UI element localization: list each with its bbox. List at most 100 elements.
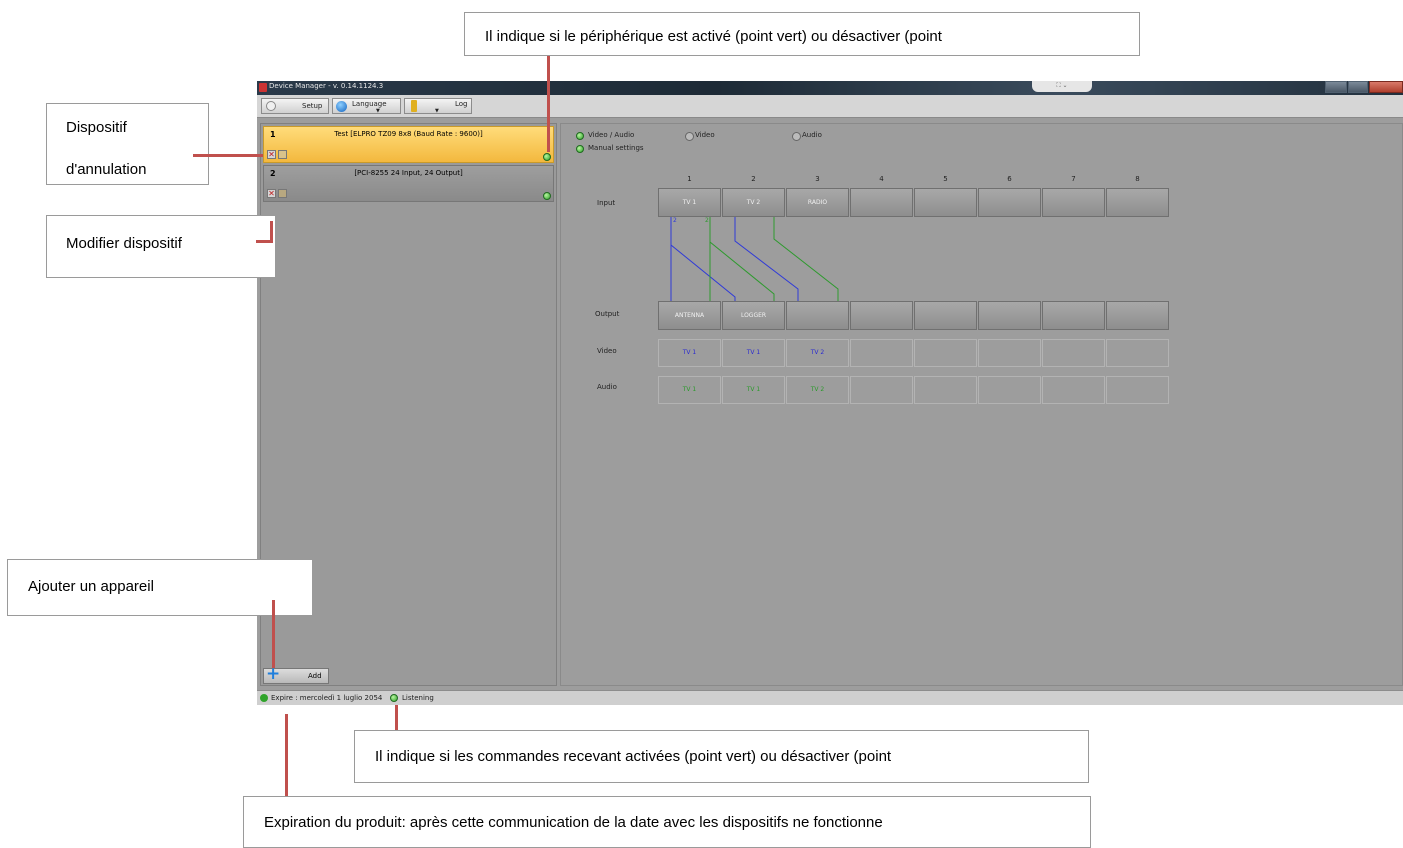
output-button[interactable] [1106,301,1169,330]
listening-indicator-icon [390,694,398,702]
input-button[interactable]: RADIO [786,188,849,217]
annotation-cancel-device: Dispositif d'annulation [46,103,209,185]
fullscreen-tab[interactable]: ⛶ ⌄ [1032,81,1092,92]
audio-radio-icon[interactable] [792,132,801,141]
input-button[interactable]: TV 1 [658,188,721,217]
video-cell [914,339,977,367]
video-option[interactable]: Video [695,131,715,139]
setup-button[interactable]: Setup [261,98,329,114]
routing-lines [670,217,839,301]
output-button[interactable] [850,301,913,330]
input-button[interactable] [1106,188,1169,217]
annotation-device-active: Il indique si le périphérique est activé… [464,12,1140,56]
dropdown-arrow-icon: ▼ [376,108,380,114]
route-line-audio [773,217,839,301]
close-button[interactable] [1369,81,1403,93]
maximize-button[interactable] [1348,81,1368,93]
column-header: 4 [879,175,884,183]
video-audio-option[interactable]: Video / Audio [588,131,634,139]
output-button[interactable] [786,301,849,330]
log-label: Log [455,100,468,108]
route-tag: 2 [673,217,677,224]
video-cell: TV 1 [722,339,785,367]
dropdown-arrow-icon: ▼ [435,108,439,114]
video-cell [1042,339,1105,367]
column-header: 7 [1071,175,1076,183]
output-button[interactable]: LOGGER [722,301,785,330]
input-button[interactable] [914,188,977,217]
annotation-text: Expiration du produit: après cette commu… [264,814,883,831]
annotation-text: Ajouter un appareil [28,578,154,595]
audio-cell: TV 1 [658,376,721,404]
delete-device-icon[interactable]: ✕ [267,150,276,159]
delete-device-icon[interactable]: ✕ [267,189,276,198]
annotation-connector [193,154,263,157]
annotation-connector [547,56,550,152]
device-name: Test [ELPRO TZ09 8x8 (Baud Rate : 9600)] [334,130,483,138]
input-button[interactable] [978,188,1041,217]
device-active-indicator-icon [543,192,551,200]
audio-cell [914,376,977,404]
output-button[interactable]: ANTENNA [658,301,721,330]
output-row-label: Output [595,310,620,318]
annotation-listening: Il indique si les commandes recevant act… [354,730,1089,783]
device-name: [PCI-8255 24 Input, 24 Output] [354,169,463,177]
listening-status: Listening [402,694,434,702]
manual-settings-radio-icon[interactable] [576,145,584,153]
app-icon [259,83,267,92]
annotation-connector [395,705,398,730]
annotation-text: Modifier dispositif [66,235,182,252]
video-cell [978,339,1041,367]
output-button[interactable] [914,301,977,330]
device-item-2[interactable]: 2 [PCI-8255 24 Input, 24 Output] ✕ [263,165,554,202]
edit-device-icon[interactable] [278,189,287,198]
manual-settings-option[interactable]: Manual settings [588,144,644,152]
annotation-add-device: Ajouter un appareil [7,559,313,616]
edit-device-icon[interactable] [278,150,287,159]
audio-cell: TV 2 [786,376,849,404]
log-button[interactable]: Log ▼ [404,98,472,114]
expire-date: Expire : mercoledì 1 luglio 2054 [271,694,383,702]
audio-row-label: Audio [597,383,617,391]
route-tag: 2 [705,217,709,224]
column-header: 3 [815,175,820,183]
input-button[interactable] [850,188,913,217]
audio-option[interactable]: Audio [802,131,822,139]
route-line-video [670,217,736,301]
annotation-expiration: Expiration du produit: après cette commu… [243,796,1091,848]
settings-icon [266,101,276,111]
video-row-label: Video [597,347,617,355]
log-icon [411,100,417,112]
video-cell [850,339,913,367]
setup-label: Setup [302,102,323,110]
input-row-label: Input [597,199,616,207]
route-line-audio [709,217,775,301]
window-title: Device Manager - v. 0.14.1124.3 [269,82,384,90]
annotation-text: Il indique si les commandes recevant act… [375,748,892,765]
input-button[interactable] [1042,188,1105,217]
language-button[interactable]: Language ▼ [332,98,401,114]
annotation-connector [285,714,288,796]
minimize-button[interactable] [1325,81,1347,93]
annotation-text: Il indique si le périphérique est activé… [485,28,942,45]
output-button[interactable] [1042,301,1105,330]
annotation-connector [256,240,273,243]
add-device-button[interactable]: + Add [263,665,329,684]
audio-cell [1042,376,1105,404]
language-label: Language [352,100,387,108]
audio-cell [978,376,1041,404]
annotation-text: d'annulation [66,161,147,178]
device-item-1[interactable]: 1 Test [ELPRO TZ09 8x8 (Baud Rate : 9600… [263,126,554,163]
annotation-modify-device: Modifier dispositif [46,215,276,278]
annotation-connector [272,600,275,668]
toolbar: Setup Language ▼ Log ▼ [257,95,1403,118]
video-radio-icon[interactable] [685,132,694,141]
status-bar: Expire : mercoledì 1 luglio 2054 Listeni… [257,690,1403,705]
globe-icon [336,101,347,112]
video-audio-radio-icon[interactable] [576,132,584,140]
column-header: 2 [751,175,756,183]
input-button[interactable]: TV 2 [722,188,785,217]
column-header: 1 [687,175,692,183]
video-cell: TV 2 [786,339,849,367]
output-button[interactable] [978,301,1041,330]
